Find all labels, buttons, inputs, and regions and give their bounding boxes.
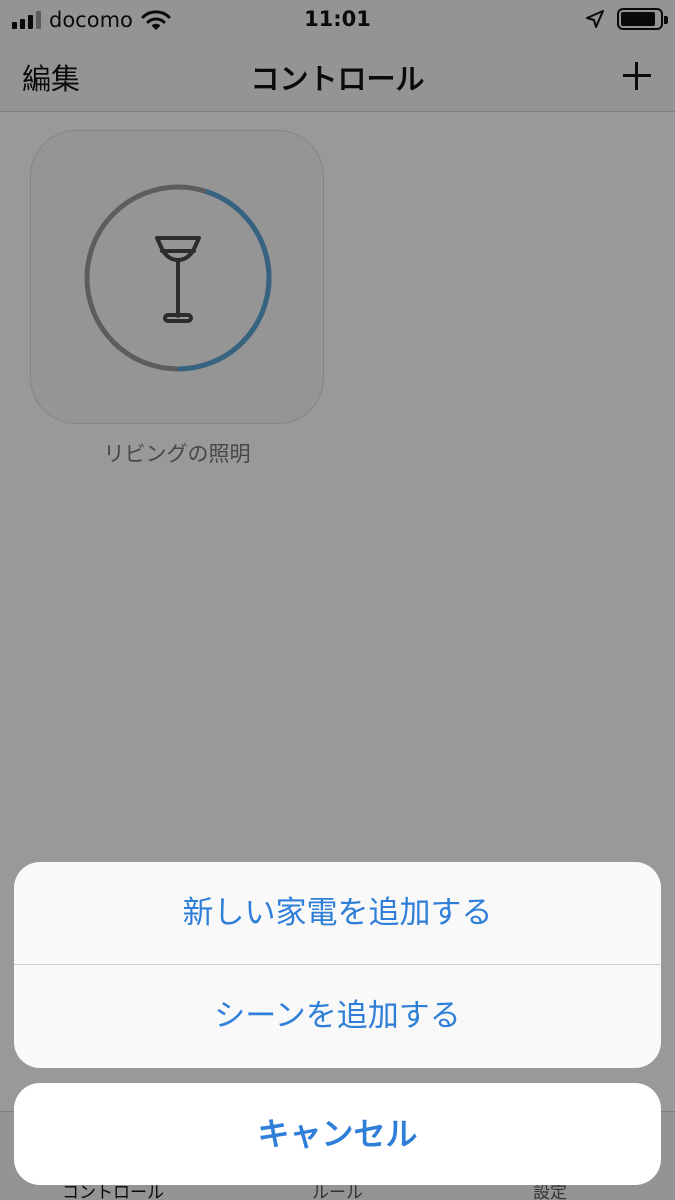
action-sheet: 新しい家電を追加する シーンを追加する [14, 862, 661, 1068]
cancel-button[interactable]: キャンセル [14, 1083, 661, 1185]
add-appliance-button[interactable]: 新しい家電を追加する [14, 862, 661, 965]
add-scene-button[interactable]: シーンを追加する [14, 965, 661, 1068]
